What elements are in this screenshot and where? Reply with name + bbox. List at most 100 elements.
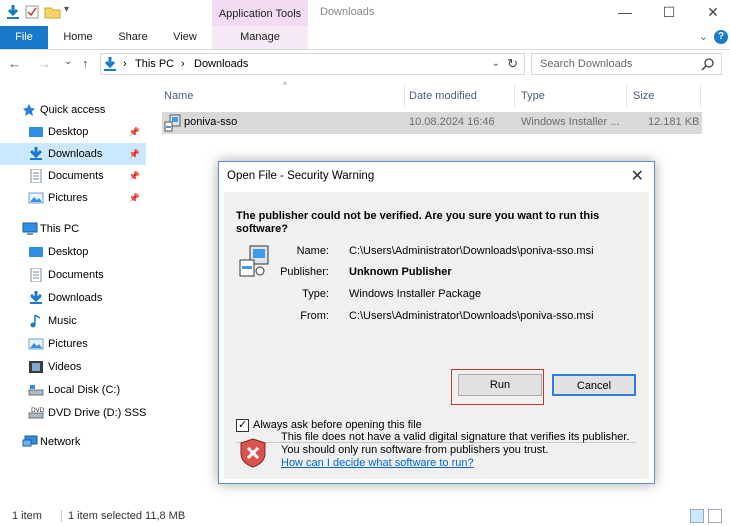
- sidebar-item-pc-pictures[interactable]: Pictures: [0, 333, 146, 355]
- properties-icon[interactable]: [24, 4, 40, 23]
- sidebar-label: DVD Drive (D:) SSS_X: [48, 407, 146, 419]
- status-selection: 1 item selected 11,8 MB: [61, 510, 185, 522]
- sidebar-label: Downloads: [48, 292, 103, 304]
- ribbon-expand-icon[interactable]: ⌄: [699, 30, 708, 43]
- table-row[interactable]: poniva-sso 10.08.2024 16:46 Windows Inst…: [162, 112, 702, 134]
- breadcrumb-downloads[interactable]: Downloads: [194, 58, 248, 70]
- search-input[interactable]: Search Downloads: [540, 58, 632, 70]
- sidebar-label: Desktop: [48, 246, 89, 258]
- security-question: The publisher could not be verified. Are…: [236, 210, 600, 235]
- documents-icon: [28, 168, 44, 184]
- pictures-icon: [28, 191, 44, 205]
- sidebar-item-desktop[interactable]: Desktop 📌: [0, 121, 146, 143]
- detail-value: Windows Installer Package: [349, 288, 482, 300]
- tab-file[interactable]: File: [0, 26, 48, 49]
- forward-button[interactable]: →: [38, 56, 51, 71]
- pin-icon: 📌: [128, 149, 140, 159]
- pictures-icon: [28, 337, 44, 351]
- detail-row-name: Name: C:\Users\Administrator\Downloads\p…: [224, 245, 649, 259]
- shield-warning-icon: [239, 438, 267, 471]
- sidebar-item-music[interactable]: Music: [0, 310, 146, 332]
- maximize-button[interactable]: ☐: [655, 2, 683, 22]
- star-icon: [22, 103, 38, 117]
- help-icon[interactable]: ?: [714, 30, 728, 44]
- column-divider[interactable]: [404, 84, 405, 108]
- minimize-button[interactable]: —: [611, 2, 639, 22]
- sidebar-item-dvd-drive[interactable]: DVD DVD Drive (D:) SSS_X: [0, 402, 146, 424]
- warning-text: This file does not have a valid digital …: [281, 431, 630, 456]
- cancel-button[interactable]: Cancel: [552, 374, 636, 396]
- large-icons-view-icon[interactable]: [708, 509, 722, 523]
- column-header-size[interactable]: Size: [633, 86, 654, 106]
- column-divider[interactable]: [514, 84, 515, 108]
- pin-icon: 📌: [128, 193, 140, 203]
- sidebar-label: Network: [40, 436, 81, 448]
- column-header-type[interactable]: Type: [521, 86, 545, 106]
- column-header-name[interactable]: Name: [164, 86, 193, 106]
- column-divider[interactable]: [626, 84, 627, 108]
- sidebar-item-videos[interactable]: Videos: [0, 356, 146, 378]
- sidebar-item-pc-downloads[interactable]: Downloads: [0, 287, 146, 309]
- recent-locations-button[interactable]: ⌄: [64, 56, 72, 67]
- detail-row-type: Type: Windows Installer Package: [224, 288, 649, 302]
- address-dropdown-icon[interactable]: ⌄: [492, 58, 500, 69]
- sidebar-item-pc-documents[interactable]: Documents: [0, 264, 146, 286]
- file-date: 10.08.2024 16:46: [409, 116, 495, 128]
- detail-row-publisher: Publisher: Unknown Publisher: [224, 266, 649, 280]
- help-link[interactable]: How can I decide what software to run?: [281, 457, 474, 469]
- customize-qat-icon[interactable]: ▾: [64, 4, 69, 15]
- file-type: Windows Installer ...: [521, 116, 620, 128]
- column-divider[interactable]: [700, 84, 701, 108]
- breadcrumb-separator[interactable]: ›: [123, 58, 127, 70]
- address-bar[interactable]: › This PC › Downloads ⌄ ↻: [100, 53, 525, 75]
- column-header-date[interactable]: Date modified: [409, 86, 477, 106]
- dialog-title: Open File - Security Warning: [227, 170, 375, 182]
- breadcrumb-this-pc[interactable]: This PC: [135, 58, 174, 70]
- sidebar-item-pictures[interactable]: Pictures 📌: [0, 187, 146, 209]
- drive-icon: [28, 383, 44, 397]
- details-view-icon[interactable]: [690, 509, 704, 523]
- sidebar-item-documents[interactable]: Documents 📌: [0, 165, 146, 187]
- close-button[interactable]: ✕: [699, 2, 727, 22]
- search-box[interactable]: Search Downloads: [531, 53, 722, 75]
- sidebar-label: Pictures: [48, 192, 88, 204]
- security-warning-dialog: Open File - Security Warning ✕ The publi…: [218, 161, 655, 484]
- breadcrumb-separator[interactable]: ›: [181, 58, 185, 70]
- sidebar-item-local-disk[interactable]: Local Disk (C:): [0, 379, 146, 401]
- run-button[interactable]: Run: [458, 374, 542, 396]
- always-ask-checkbox[interactable]: ✓: [236, 419, 249, 432]
- tab-share[interactable]: Share: [112, 26, 154, 49]
- window-title: Downloads: [320, 6, 375, 18]
- installer-file-icon: [164, 114, 182, 135]
- svg-text:DVD: DVD: [31, 407, 44, 414]
- warning-message: This file does not have a valid digital …: [281, 431, 631, 470]
- sidebar-label: Documents: [48, 269, 104, 281]
- sidebar-label: Desktop: [48, 126, 89, 138]
- download-arrow-icon: [28, 291, 44, 305]
- detail-key: From:: [300, 310, 329, 322]
- detail-value: C:\Users\Administrator\Downloads\poniva-…: [349, 245, 594, 257]
- back-button[interactable]: ←: [8, 56, 21, 71]
- tab-manage[interactable]: Manage: [212, 26, 308, 49]
- sidebar-item-pc-desktop[interactable]: Desktop: [0, 241, 146, 263]
- checkmark-icon: ✓: [238, 419, 248, 431]
- dialog-close-button[interactable]: ✕: [631, 166, 644, 186]
- navigation-bar: ← → ⌄ ↑ › This PC › Downloads ⌄ ↻ Search…: [0, 52, 730, 78]
- refresh-icon[interactable]: ↻: [507, 56, 518, 72]
- file-explorer-window: ▾ Application Tools Downloads — ☐ ✕ File…: [0, 0, 730, 526]
- sidebar-label: Pictures: [48, 338, 88, 350]
- detail-value: C:\Users\Administrator\Downloads\poniva-…: [349, 310, 594, 322]
- tab-view[interactable]: View: [164, 26, 206, 49]
- checkbox-label[interactable]: Always ask before opening this file: [253, 419, 422, 431]
- detail-value: Unknown Publisher: [349, 266, 452, 278]
- detail-row-from: From: C:\Users\Administrator\Downloads\p…: [224, 310, 649, 324]
- new-folder-icon[interactable]: [44, 4, 62, 23]
- sidebar-item-this-pc[interactable]: This PC: [0, 218, 146, 240]
- up-button[interactable]: ↑: [82, 56, 89, 71]
- sidebar-item-network[interactable]: Network: [0, 431, 146, 453]
- sidebar-label: Local Disk (C:): [48, 384, 121, 396]
- sidebar-label: Documents: [48, 170, 104, 182]
- sidebar-item-downloads[interactable]: Downloads 📌: [0, 143, 146, 165]
- tab-home[interactable]: Home: [56, 26, 100, 49]
- sidebar-item-quick-access[interactable]: Quick access: [0, 99, 146, 121]
